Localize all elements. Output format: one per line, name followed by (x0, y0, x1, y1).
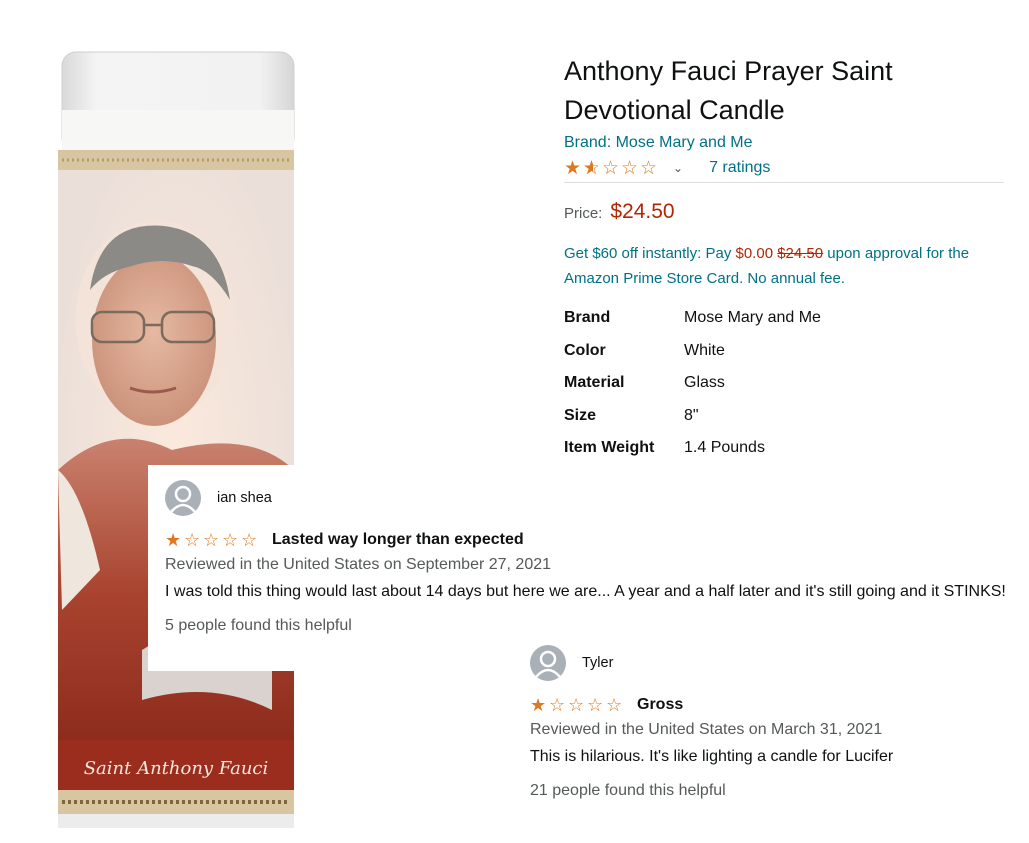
reviewer-name: ian shea (217, 490, 272, 506)
svg-text:Saint Anthony Fauci: Saint Anthony Fauci (84, 758, 269, 779)
promo-strike-price: $24.50 (777, 245, 824, 262)
avatar-icon (165, 480, 201, 516)
brand-link[interactable]: Brand: Mose Mary and Me (564, 134, 753, 152)
avatar-icon (530, 645, 566, 681)
spec-row-material: Material Glass (564, 367, 821, 400)
reviewer-name: Tyler (582, 655, 614, 671)
star-empty-icon: ☆ (203, 529, 220, 550)
spec-value: White (684, 341, 725, 359)
spec-row-item-weight: Item Weight 1.4 Pounds (564, 432, 821, 465)
review-card: Tyler ★ ☆ ☆ ☆ ☆ Gross Reviewed in the Un… (513, 630, 983, 810)
review-header: ★ ☆ ☆ ☆ ☆ Gross (530, 694, 983, 716)
review-body: I was told this thing would last about 1… (165, 583, 1006, 600)
product-title: Anthony Fauci Prayer Saint Devotional Ca… (564, 56, 893, 125)
product-specs-table: Brand Mose Mary and Me Color White Mater… (564, 302, 821, 465)
review-header: ★ ☆ ☆ ☆ ☆ Lasted way longer than expecte… (165, 529, 1006, 551)
spec-value: 1.4 Pounds (684, 439, 765, 457)
star-empty-icon: ☆ (621, 157, 639, 179)
review-body: This is hilarious. It's like lighting a … (530, 748, 894, 765)
star-empty-icon: ☆ (606, 694, 623, 715)
star-empty-icon: ☆ (241, 529, 258, 550)
review-helpful-count: 21 people found this helpful (530, 782, 726, 799)
reviewer-profile[interactable]: Tyler (530, 644, 983, 682)
star-full-icon: ★ (165, 529, 182, 550)
spec-label: Size (564, 406, 597, 424)
price-value: $24.50 (610, 200, 675, 223)
review-date: Reviewed in the United States on Septemb… (165, 556, 552, 573)
star-empty-icon: ☆ (602, 157, 620, 179)
spec-row-size: Size 8" (564, 400, 821, 433)
spec-row-color: Color White (564, 335, 821, 368)
reviewer-profile[interactable]: ian shea (165, 479, 1006, 517)
price-row: Price: $24.50 (564, 200, 675, 224)
review-title[interactable]: Gross (637, 696, 683, 714)
spec-label: Color (564, 341, 606, 359)
star-empty-icon: ☆ (568, 694, 585, 715)
star-empty-icon: ☆ (549, 694, 566, 715)
review-date: Reviewed in the United States on March 3… (530, 721, 883, 738)
spec-value: 8" (684, 406, 699, 424)
review-stars[interactable]: ★ ☆ ☆ ☆ ☆ (530, 694, 625, 715)
chevron-down-icon[interactable]: ⌄ (673, 161, 683, 175)
promo-pay-price: $0.00 (735, 245, 774, 262)
product-image[interactable]: Saint Anthony Fauci (52, 50, 298, 828)
price-label: Price: (564, 205, 603, 222)
divider (564, 182, 1004, 183)
rating-row: ★ ☆ ★ ☆ ☆ ☆ ⌄ 7 ratings (564, 156, 770, 180)
spec-label: Brand (564, 309, 611, 327)
star-full-icon: ★ (564, 157, 582, 179)
star-full-icon: ★ (530, 694, 547, 715)
star-empty-icon: ☆ (222, 529, 239, 550)
ratings-count-link[interactable]: 7 ratings (709, 159, 770, 177)
prime-card-promo[interactable]: Get $60 off instantly: Pay $0.00 $24.50 … (564, 241, 1004, 291)
spec-label: Material (564, 374, 625, 392)
star-empty-icon: ☆ (184, 529, 201, 550)
review-title[interactable]: Lasted way longer than expected (272, 531, 524, 549)
spec-label: Item Weight (564, 439, 655, 457)
spec-row-brand: Brand Mose Mary and Me (564, 302, 821, 335)
spec-value: Glass (684, 374, 725, 392)
star-empty-icon: ☆ (587, 694, 604, 715)
star-empty-icon: ☆ (640, 157, 658, 179)
rating-stars[interactable]: ★ ☆ ★ ☆ ☆ ☆ (564, 159, 659, 178)
spec-value: Mose Mary and Me (684, 309, 821, 327)
star-half-icon: ☆ ★ (583, 157, 601, 179)
promo-prefix: Get $60 off instantly: Pay (564, 245, 736, 262)
review-stars[interactable]: ★ ☆ ☆ ☆ ☆ (165, 529, 260, 550)
